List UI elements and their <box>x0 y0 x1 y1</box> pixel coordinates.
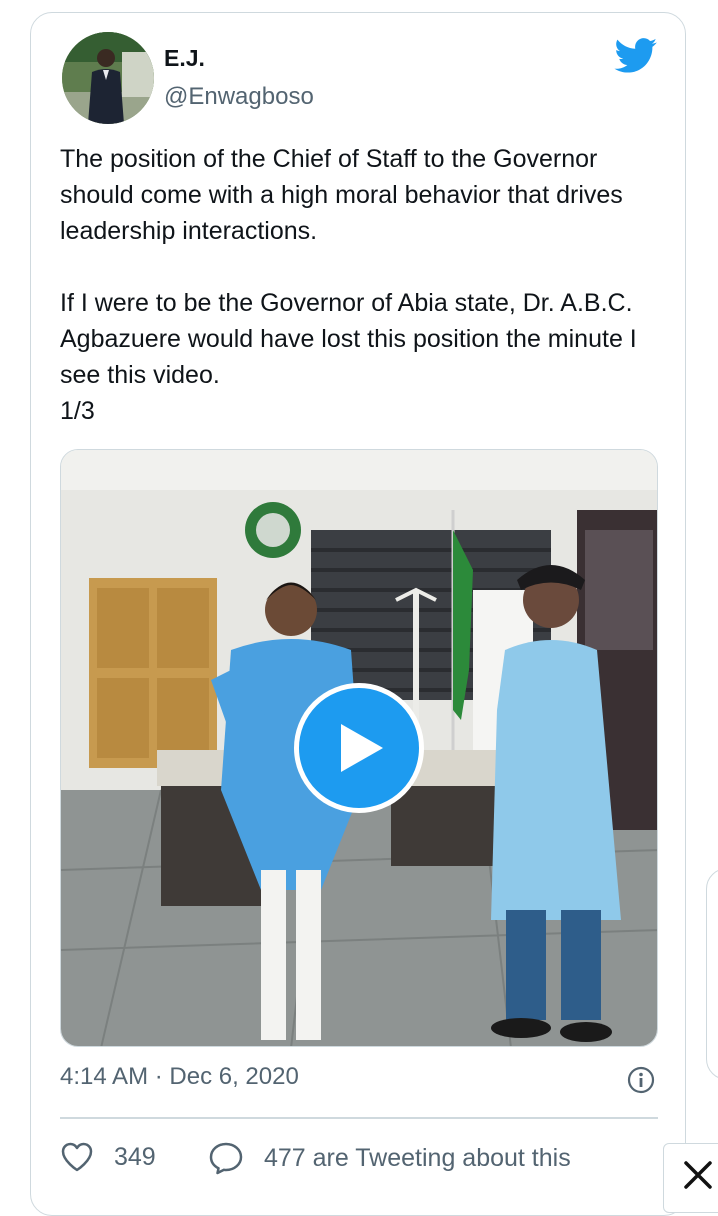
info-icon[interactable] <box>627 1066 655 1094</box>
tweeting-about-link[interactable]: 477 are Tweeting about this <box>208 1141 571 1175</box>
close-button[interactable] <box>663 1143 718 1213</box>
divider <box>60 1117 658 1119</box>
like-button[interactable]: 349 <box>60 1141 156 1173</box>
avatar[interactable] <box>62 32 154 124</box>
speech-bubble-icon <box>209 1142 243 1175</box>
play-button[interactable] <box>294 683 424 813</box>
tweet-text: The position of the Chief of Staff to th… <box>60 145 637 425</box>
tweet-timestamp[interactable]: 4:14 AM · Dec 6, 2020 <box>60 1063 299 1091</box>
heart-icon <box>61 1142 93 1172</box>
video-thumbnail[interactable] <box>60 449 658 1047</box>
adjacent-card-edge <box>706 868 718 1080</box>
tweet-card[interactable]: E.J. @Enwagboso The position of the Chie… <box>30 12 686 1216</box>
author-name[interactable]: E.J. <box>164 45 205 72</box>
close-icon <box>684 1161 712 1189</box>
twitter-bird-icon[interactable] <box>614 38 658 74</box>
author-handle[interactable]: @Enwagboso <box>164 83 314 111</box>
like-count: 349 <box>114 1142 156 1171</box>
tweeting-about-text: 477 are Tweeting about this <box>264 1143 571 1172</box>
play-icon <box>341 724 383 772</box>
